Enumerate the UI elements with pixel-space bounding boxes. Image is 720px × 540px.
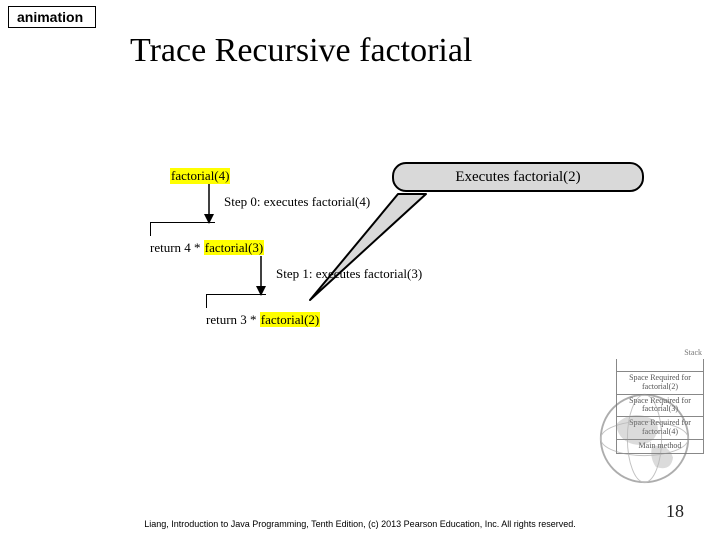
page-number: 18 <box>666 501 684 522</box>
callout-text: Executes factorial(2) <box>455 169 580 186</box>
call-factorial4: factorial(4) <box>170 168 230 184</box>
step-1-label: Step 1: executes factorial(3) <box>276 266 422 282</box>
arrow-down-0 <box>202 184 216 224</box>
arrow-down-1 <box>254 256 268 296</box>
call-factorial3: factorial(3) <box>204 240 264 255</box>
return-line-0: return 4 * factorial(3) <box>150 240 264 256</box>
return-line-1: return 3 * factorial(2) <box>206 312 320 328</box>
footer-citation: Liang, Introduction to Java Programming,… <box>140 519 580 530</box>
globe-decoration <box>597 391 692 486</box>
slide-title: Trace Recursive factorial <box>130 32 472 70</box>
callout-bubble: Executes factorial(2) <box>392 162 644 192</box>
return-0-prefix: return 4 * <box>150 240 204 255</box>
step-0-label: Step 0: executes factorial(4) <box>224 194 370 210</box>
call-factorial2: factorial(2) <box>260 312 320 327</box>
bracket-0 <box>150 222 215 236</box>
return-1-prefix: return 3 * <box>206 312 260 327</box>
bracket-1 <box>206 294 266 308</box>
animation-badge: animation <box>8 6 96 28</box>
stack-label: Stack <box>616 348 704 357</box>
